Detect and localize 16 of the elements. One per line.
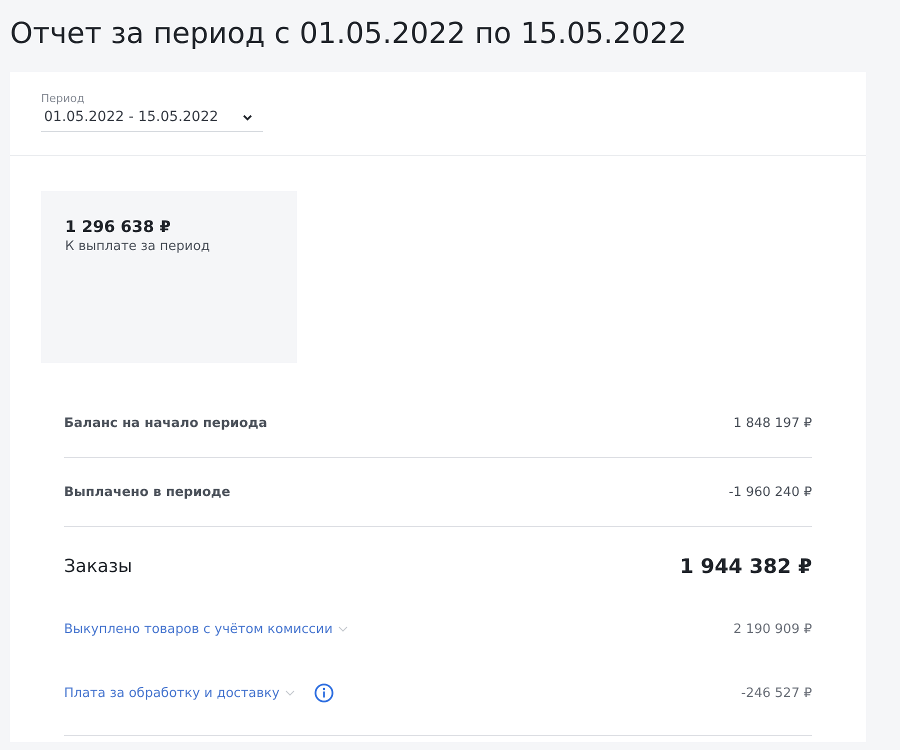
expand-link[interactable]: Плата за обработку и доставку bbox=[64, 686, 296, 700]
row-label: Выплачено в периоде bbox=[64, 484, 230, 500]
field-label: Период bbox=[41, 92, 86, 105]
info-icon[interactable] bbox=[314, 683, 334, 703]
summary-caption: К выплате за период bbox=[65, 239, 211, 254]
row-label: Баланс на начало периода bbox=[64, 416, 268, 430]
expand-link[interactable]: Выкуплено товаров с учётом комиссии bbox=[64, 622, 349, 636]
page-title: Отчет за период с 01.05.2022 по 15.05.2022 bbox=[10, 16, 688, 50]
section-amount: 1 944 382 ₽ bbox=[680, 554, 812, 578]
row-amount: 1 848 197 ₽ bbox=[733, 416, 812, 430]
section-title: Заказы bbox=[64, 556, 132, 576]
row-amount: 2 190 909 ₽ bbox=[733, 622, 812, 636]
period-select[interactable]: 01.05.2022 - 15.05.2022 bbox=[41, 109, 263, 132]
summary-amount: 1 296 638 ₽ bbox=[65, 217, 172, 236]
row-amount: -1 960 240 ₽ bbox=[728, 484, 812, 500]
row-amount: -246 527 ₽ bbox=[741, 686, 812, 700]
